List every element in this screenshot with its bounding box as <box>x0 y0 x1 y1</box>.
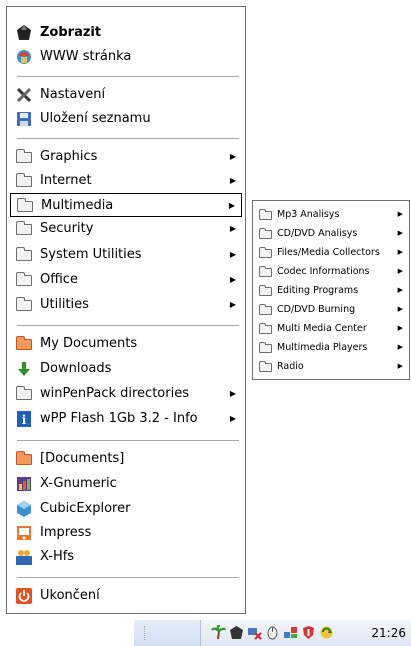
menu-item-zobrazit[interactable]: Zobrazit <box>10 21 242 45</box>
folder-icon <box>259 341 273 354</box>
submenu-item-multimedia-players[interactable]: Multimedia Players ▶ <box>255 338 407 357</box>
menu-item-documents[interactable]: [Documents] <box>10 447 242 471</box>
submenu-arrow-icon: ▶ <box>229 176 236 185</box>
impress-icon <box>15 524 33 542</box>
taskbar-clock[interactable]: 21:26 <box>371 620 406 646</box>
folder-icon <box>15 271 33 289</box>
gnumeric-icon <box>15 475 33 493</box>
submenu-item-codec-informations[interactable]: Codec Informations ▶ <box>255 262 407 281</box>
submenu-arrow-icon: ▶ <box>397 324 403 332</box>
gem-icon[interactable] <box>229 625 244 640</box>
submenu-arrow-icon: ▶ <box>397 343 403 351</box>
folder-icon <box>15 296 33 314</box>
tools-icon <box>15 86 33 104</box>
menu-separator <box>17 76 239 77</box>
folder-icon <box>259 303 273 316</box>
submenu-arrow-icon: ▶ <box>229 224 236 233</box>
submenu-item-cd-dvd-burning[interactable]: CD/DVD Burning ▶ <box>255 300 407 319</box>
submenu-arrow-icon: ▶ <box>397 286 403 294</box>
submenu-item-files-media-collectors[interactable]: Files/Media Collectors ▶ <box>255 243 407 262</box>
menu-item-ulozeni[interactable]: Uložení seznamu <box>10 107 242 131</box>
folder-icon <box>15 246 33 264</box>
network-icon[interactable] <box>247 625 262 640</box>
orange-folder-icon <box>15 450 33 468</box>
folder-icon <box>259 227 273 240</box>
menu-separator <box>17 440 239 441</box>
palm-tree-icon[interactable] <box>211 624 227 640</box>
folder-icon <box>15 148 33 166</box>
menu-item-cubicexplorer[interactable]: CubicExplorer <box>10 497 242 521</box>
network-flag-icon[interactable] <box>283 625 298 640</box>
taskbar: 21:26 <box>134 620 411 646</box>
menu-item-nastaveni[interactable]: Nastavení <box>10 83 242 107</box>
submenu-arrow-icon: ▶ <box>229 152 236 161</box>
submenu-arrow-icon: ▶ <box>229 389 236 398</box>
mouse-icon[interactable] <box>265 625 280 640</box>
menu-item-x-gnumeric[interactable]: X-Gnumeric <box>10 472 242 496</box>
submenu-arrow-icon: ▶ <box>229 250 236 259</box>
menu-item-ukonceni[interactable]: Ukončení <box>10 584 242 608</box>
menu-item-system-utilities[interactable]: System Utilities ▶ <box>10 243 242 267</box>
globe-house-icon <box>15 48 33 66</box>
submenu-arrow-icon: ▶ <box>228 201 235 210</box>
menu-separator <box>17 577 239 578</box>
submenu-arrow-icon: ▶ <box>397 248 403 256</box>
refresh-icon[interactable] <box>319 625 334 640</box>
menu-item-downloads[interactable]: Downloads <box>10 357 242 381</box>
submenu-item-radio[interactable]: Radio ▶ <box>255 357 407 376</box>
menu-item-office[interactable]: Office ▶ <box>10 268 242 292</box>
submenu-item-mp3-analisys[interactable]: Mp3 Analisys ▶ <box>255 205 407 224</box>
submenu-item-multi-media-center[interactable]: Multi Media Center ▶ <box>255 319 407 338</box>
menu-item-graphics[interactable]: Graphics ▶ <box>10 145 242 169</box>
green-down-arrow-icon <box>15 360 33 378</box>
submenu-item-cd-dvd-analisys[interactable]: CD/DVD Analisys ▶ <box>255 224 407 243</box>
start-menu: Zobrazit WWW stránka Nastavení Uložení s… <box>6 6 246 614</box>
svg-text:i: i <box>22 413 27 427</box>
folder-icon <box>15 385 33 403</box>
submenu-arrow-icon: ▶ <box>229 414 236 423</box>
menu-item-impress[interactable]: Impress <box>10 521 242 545</box>
multimedia-submenu: Mp3 Analisys ▶ CD/DVD Analisys ▶ Files/M… <box>252 200 410 380</box>
folder-icon <box>15 220 33 238</box>
menu-item-multimedia[interactable]: Multimedia ▶ <box>10 193 242 217</box>
floppy-save-icon <box>15 110 33 128</box>
menu-separator <box>17 138 239 139</box>
menu-item-winpenpack-directories[interactable]: winPenPack directories ▶ <box>10 382 242 406</box>
taskbar-grip[interactable] <box>144 626 149 640</box>
folder-icon <box>259 322 273 335</box>
menu-item-internet[interactable]: Internet ▶ <box>10 169 242 193</box>
folder-icon <box>259 360 273 373</box>
submenu-arrow-icon: ▶ <box>397 267 403 275</box>
menu-item-x-hfs[interactable]: X-Hfs <box>10 545 242 569</box>
folder-icon <box>16 197 34 215</box>
menu-separator <box>17 325 239 326</box>
menu-item-www[interactable]: WWW stránka <box>10 45 242 69</box>
menu-item-my-documents[interactable]: My Documents <box>10 332 242 356</box>
submenu-item-editing-programs[interactable]: Editing Programs ▶ <box>255 281 407 300</box>
submenu-arrow-icon: ▶ <box>397 229 403 237</box>
submenu-arrow-icon: ▶ <box>397 305 403 313</box>
orange-folder-icon <box>15 335 33 353</box>
submenu-arrow-icon: ▶ <box>229 275 236 284</box>
system-tray: 21:26 <box>200 620 411 646</box>
power-icon <box>15 587 33 605</box>
submenu-arrow-icon: ▶ <box>397 210 403 218</box>
folder-icon <box>259 284 273 297</box>
submenu-arrow-icon: ▶ <box>397 362 403 370</box>
shield-icon[interactable] <box>301 625 316 640</box>
hfs-icon <box>15 548 33 566</box>
menu-item-wpp-flash-info[interactable]: i wPP Flash 1Gb 3.2 - Info ▶ <box>10 407 242 431</box>
menu-item-security[interactable]: Security ▶ <box>10 217 242 241</box>
black-gem-icon <box>15 24 33 42</box>
menu-item-utilities[interactable]: Utilities ▶ <box>10 293 242 317</box>
folder-icon <box>259 246 273 259</box>
folder-icon <box>259 208 273 221</box>
folder-icon <box>259 265 273 278</box>
submenu-arrow-icon: ▶ <box>229 300 236 309</box>
info-icon: i <box>15 410 33 428</box>
folder-icon <box>15 172 33 190</box>
cubicexplorer-icon <box>15 500 33 518</box>
